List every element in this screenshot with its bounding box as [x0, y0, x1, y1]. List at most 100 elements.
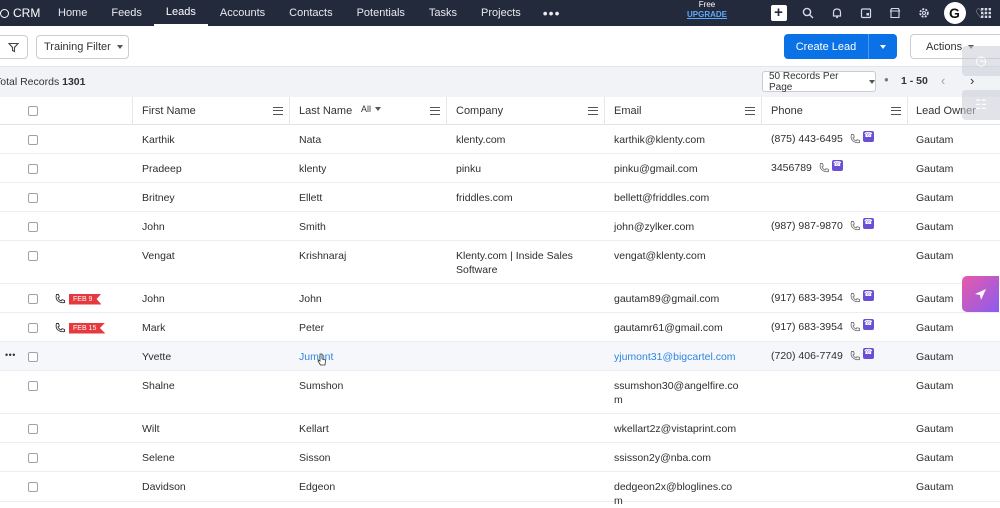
checkbox[interactable] — [28, 352, 38, 362]
table-row[interactable]: Karthik Nata klenty.com karthik@klenty.com … — [0, 125, 1000, 154]
table-row[interactable]: John Smith john@zylker.com (987) 987-9870 … — [0, 212, 1000, 241]
email-cell[interactable]: ssumshon30@angelfire.co m — [614, 379, 754, 407]
table-row[interactable]: ••• Yvette Jumont yjumont31@bigcartel.com (… — [0, 342, 1000, 371]
checkbox[interactable] — [28, 164, 38, 174]
telephony-badge-icon[interactable]: ☎ — [831, 159, 843, 171]
checkbox[interactable] — [28, 323, 38, 333]
row-more-button[interactable]: ••• — [5, 350, 16, 360]
phone-text[interactable]: (987) 987-9870 — [771, 219, 843, 233]
checkbox[interactable] — [28, 294, 38, 304]
last-name-cell[interactable]: John — [299, 292, 322, 306]
nav-contacts[interactable]: Contacts — [277, 0, 344, 26]
column-divider[interactable] — [446, 97, 447, 125]
telephony-badge-icon[interactable]: ☎ — [862, 130, 874, 142]
email-text[interactable]: karthik@klenty.com — [614, 133, 754, 147]
email-text[interactable]: bellett@friddles.com — [614, 191, 754, 205]
first-name-cell[interactable]: Pradeep — [142, 162, 182, 176]
last-name-cell[interactable]: Krishnaraj — [299, 249, 346, 263]
marketplace-button[interactable] — [880, 0, 909, 26]
email-text-line2[interactable]: m — [614, 494, 754, 508]
column-divider[interactable] — [289, 97, 290, 125]
email-text[interactable]: yjumont31@bigcartel.com — [614, 350, 754, 364]
first-name-cell[interactable]: Wilt — [142, 422, 160, 436]
select-all-checkbox[interactable] — [28, 97, 38, 125]
table-row[interactable]: Davidson Edgeon dedgeon2x@bloglines.co m Gau… — [0, 472, 1000, 507]
row-checkbox[interactable] — [28, 381, 38, 391]
last-name-cell[interactable]: Smith — [299, 220, 326, 234]
time-widget-icon[interactable]: ◷ — [962, 46, 1000, 76]
checkbox[interactable] — [28, 106, 38, 116]
row-checkbox[interactable] — [28, 135, 38, 145]
row-checkbox[interactable] — [28, 352, 38, 362]
first-name-cell[interactable]: Selene — [142, 451, 175, 465]
send-widget-button[interactable] — [962, 276, 999, 312]
phone-text[interactable]: (917) 683-3954 — [771, 320, 843, 334]
activity-reminder[interactable]: FEB 9 — [54, 293, 102, 305]
email-cell[interactable]: gautamr61@gmail.com — [614, 321, 754, 335]
email-cell[interactable]: karthik@klenty.com — [614, 133, 754, 147]
column-divider[interactable] — [907, 97, 908, 125]
email-cell[interactable]: bellett@friddles.com — [614, 191, 754, 205]
table-row[interactable]: FEB 9 John John gautam89@gmail.com (917) 68… — [0, 284, 1000, 313]
checkbox[interactable] — [28, 381, 38, 391]
checkbox[interactable] — [28, 251, 38, 261]
checkbox[interactable] — [28, 482, 38, 492]
nav-feeds[interactable]: Feeds — [99, 0, 154, 26]
quick-create-button[interactable]: + — [764, 0, 793, 26]
call-icon[interactable] — [849, 321, 861, 333]
last-name-cell[interactable]: Ellett — [299, 191, 322, 205]
nav-home[interactable]: Home — [46, 0, 99, 26]
column-menu-icon[interactable] — [430, 107, 440, 115]
column-menu-icon[interactable] — [745, 107, 755, 115]
email-text[interactable]: ssumshon30@angelfire.co — [614, 379, 754, 393]
email-text[interactable]: ssisson2y@nba.com — [614, 451, 754, 465]
heart-icon[interactable]: ♡ — [962, 4, 1000, 24]
column-divider[interactable] — [132, 97, 133, 125]
email-text-line2[interactable]: m — [614, 393, 754, 407]
email-cell[interactable]: vengat@klenty.com — [614, 249, 754, 263]
prev-page-button[interactable]: ‹ — [941, 73, 945, 88]
last-name-cell[interactable]: Edgeon — [299, 480, 335, 494]
table-row[interactable]: Pradeep klenty pinku pinku@gmail.com 345678… — [0, 154, 1000, 183]
row-checkbox[interactable] — [28, 482, 38, 492]
table-row[interactable]: Shalne Sumshon ssumshon30@angelfire.co m Gau… — [0, 371, 1000, 414]
create-lead-button[interactable]: Create Lead — [784, 34, 868, 59]
row-checkbox[interactable] — [28, 453, 38, 463]
column-header-last-name[interactable]: Last Name — [299, 97, 352, 125]
checkbox[interactable] — [28, 424, 38, 434]
column-header-email[interactable]: Email — [614, 97, 642, 125]
first-name-cell[interactable]: Yvette — [142, 350, 171, 364]
row-checkbox[interactable] — [28, 251, 38, 261]
column-divider[interactable] — [761, 97, 762, 125]
phone-text[interactable]: 3456789 — [771, 161, 812, 175]
table-row[interactable]: Wilt Kellart wkellart2z@vistaprint.com Gaut… — [0, 414, 1000, 443]
column-divider[interactable] — [604, 97, 605, 125]
row-checkbox[interactable] — [28, 222, 38, 232]
email-cell[interactable]: gautam89@gmail.com — [614, 292, 754, 306]
nav-tasks[interactable]: Tasks — [417, 0, 469, 26]
checkbox[interactable] — [28, 222, 38, 232]
email-text[interactable]: pinku@gmail.com — [614, 162, 754, 176]
email-cell[interactable]: wkellart2z@vistaprint.com — [614, 422, 754, 436]
trial-badge[interactable]: Free UPGRADE — [680, 0, 734, 20]
nav-leads[interactable]: Leads — [153, 0, 208, 26]
email-text[interactable]: wkellart2z@vistaprint.com — [614, 422, 754, 436]
email-cell[interactable]: john@zylker.com — [614, 220, 754, 234]
checkbox[interactable] — [28, 193, 38, 203]
call-icon[interactable] — [849, 350, 861, 362]
nav-more-button[interactable]: ••• — [533, 5, 571, 21]
email-cell[interactable]: ssisson2y@nba.com — [614, 451, 754, 465]
filter-toggle-button[interactable] — [0, 35, 28, 59]
email-text[interactable]: dedgeon2x@bloglines.co — [614, 480, 754, 494]
first-name-cell[interactable]: Shalne — [142, 379, 175, 393]
sliders-widget-icon[interactable]: ☷ — [962, 90, 1000, 120]
table-row[interactable]: Vengat Krishnaraj Klenty.com | Inside Sale… — [0, 241, 1000, 284]
row-checkbox[interactable] — [28, 164, 38, 174]
telephony-badge-icon[interactable]: ☎ — [862, 347, 874, 359]
row-checkbox[interactable] — [28, 193, 38, 203]
calendar-button[interactable] — [851, 0, 880, 26]
call-icon[interactable] — [849, 133, 861, 145]
email-cell[interactable]: pinku@gmail.com — [614, 162, 754, 176]
table-row[interactable]: Selene Sisson ssisson2y@nba.com Gautam — [0, 443, 1000, 472]
brand[interactable]: CRM — [0, 6, 46, 20]
